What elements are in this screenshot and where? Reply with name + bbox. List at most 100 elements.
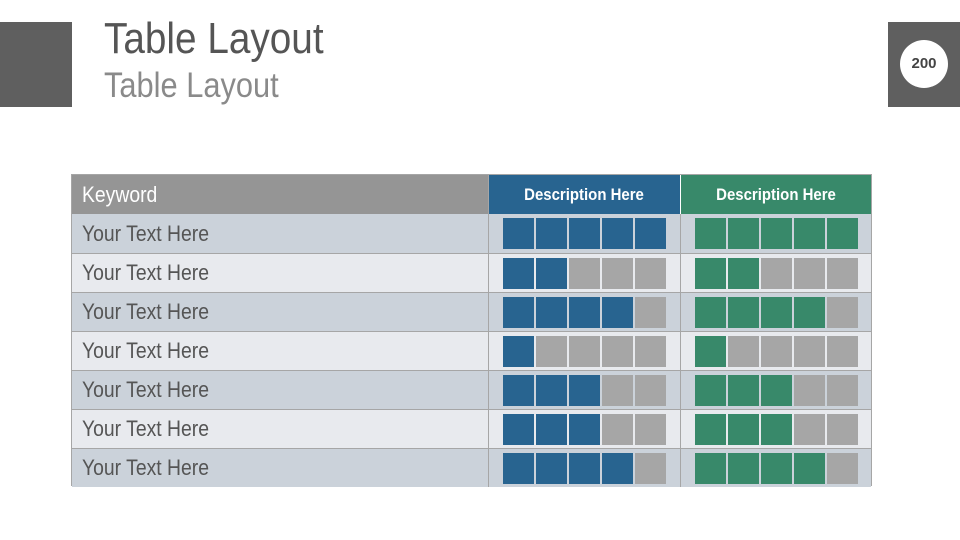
row-label-cell: Your Text Here xyxy=(72,449,489,487)
rating-bar-2 xyxy=(694,296,858,328)
rating-segment-filled xyxy=(793,218,825,249)
rating-segment-empty xyxy=(635,296,666,328)
rating-segment-empty xyxy=(826,257,858,289)
rating-segment-filled xyxy=(727,296,759,328)
rating-segment-empty xyxy=(826,296,858,328)
rating-segment-filled xyxy=(760,218,792,249)
row-label-cell: Your Text Here xyxy=(72,371,489,409)
rating-bar-2 xyxy=(694,257,858,289)
row-label-cell: Your Text Here xyxy=(72,332,489,370)
rating-segment-empty xyxy=(826,413,858,445)
rating-bar-2-cell xyxy=(681,254,871,292)
rating-segment-empty xyxy=(826,452,858,484)
rating-bar-2 xyxy=(694,374,858,406)
row-label: Your Text Here xyxy=(82,338,209,363)
keyword-header: Keyword xyxy=(72,175,489,214)
row-label: Your Text Here xyxy=(82,455,209,480)
rating-table: Keyword Description Here Description Her… xyxy=(71,174,872,487)
rating-segment-empty xyxy=(826,374,858,406)
rating-segment-filled xyxy=(536,413,567,445)
rating-bar-2 xyxy=(694,335,858,367)
rating-bar-2 xyxy=(694,413,858,445)
rating-segment-empty xyxy=(569,335,600,367)
rating-segment-filled xyxy=(727,374,759,406)
rating-segment-empty xyxy=(602,335,633,367)
rating-bar-1-cell xyxy=(489,410,681,448)
table-row: Your Text Here xyxy=(72,409,871,448)
rating-segment-empty xyxy=(536,335,567,367)
rating-bar-1 xyxy=(503,413,666,445)
rating-segment-filled xyxy=(602,452,633,484)
rating-segment-filled xyxy=(760,452,792,484)
rating-segment-filled xyxy=(503,413,534,445)
table-body: Your Text Here Your Text Here Your Text He… xyxy=(72,214,871,487)
rating-segment-empty xyxy=(569,257,600,289)
rating-bar-1-cell xyxy=(489,214,681,253)
rating-bar-1-cell xyxy=(489,449,681,487)
rating-bar-1-cell xyxy=(489,371,681,409)
table-row: Your Text Here xyxy=(72,370,871,409)
rating-segment-filled xyxy=(503,335,534,367)
rating-bar-1 xyxy=(503,257,666,289)
rating-segment-filled xyxy=(602,296,633,328)
row-label: Your Text Here xyxy=(82,220,209,246)
page-title: Table Layout xyxy=(104,14,324,63)
rating-segment-filled xyxy=(635,218,666,249)
rating-segment-filled xyxy=(760,374,792,406)
rating-segment-empty xyxy=(635,335,666,367)
rating-segment-filled xyxy=(793,452,825,484)
rating-segment-filled xyxy=(826,218,858,249)
rating-segment-filled xyxy=(536,218,567,249)
rating-segment-filled xyxy=(536,296,567,328)
rating-segment-filled xyxy=(503,374,534,406)
rating-segment-filled xyxy=(727,218,759,249)
row-label-cell: Your Text Here xyxy=(72,293,489,331)
rating-segment-filled xyxy=(503,257,534,289)
rating-bar-2 xyxy=(694,218,858,249)
rating-segment-filled xyxy=(503,296,534,328)
rating-segment-filled xyxy=(694,413,726,445)
rating-segment-empty xyxy=(760,335,792,367)
row-label: Your Text Here xyxy=(82,377,209,402)
rating-segment-filled xyxy=(569,374,600,406)
rating-segment-empty xyxy=(793,413,825,445)
rating-segment-filled xyxy=(694,335,726,367)
rating-bar-2 xyxy=(694,452,858,484)
rating-segment-filled xyxy=(602,218,633,249)
rating-bar-1 xyxy=(503,218,666,249)
rating-segment-empty xyxy=(760,257,792,289)
description-header-2-label: Description Here xyxy=(716,184,836,204)
table-header-row: Keyword Description Here Description Her… xyxy=(72,175,871,214)
rating-segment-empty xyxy=(635,452,666,484)
rating-segment-empty xyxy=(602,413,633,445)
rating-segment-filled xyxy=(727,413,759,445)
description-header-2: Description Here xyxy=(681,175,871,214)
page-subtitle: Table Layout xyxy=(104,66,279,105)
rating-bar-2-cell xyxy=(681,332,871,370)
rating-segment-filled xyxy=(569,218,600,249)
rating-segment-filled xyxy=(536,374,567,406)
rating-segment-filled xyxy=(727,257,759,289)
table-row: Your Text Here xyxy=(72,292,871,331)
row-label-cell: Your Text Here xyxy=(72,214,489,253)
table-row: Your Text Here xyxy=(72,214,871,253)
rating-segment-filled xyxy=(694,296,726,328)
rating-segment-filled xyxy=(503,452,534,484)
table-row: Your Text Here xyxy=(72,331,871,370)
rating-bar-1-cell xyxy=(489,293,681,331)
rating-segment-filled xyxy=(760,413,792,445)
rating-bar-1 xyxy=(503,335,666,367)
row-label: Your Text Here xyxy=(82,260,209,285)
rating-segment-filled xyxy=(503,218,534,249)
rating-segment-filled xyxy=(569,413,600,445)
description-header-1: Description Here xyxy=(489,175,681,214)
rating-segment-empty xyxy=(793,335,825,367)
rating-segment-filled xyxy=(694,257,726,289)
rating-segment-filled xyxy=(694,218,726,249)
rating-bar-2-cell xyxy=(681,214,871,253)
rating-segment-empty xyxy=(793,257,825,289)
rating-segment-filled xyxy=(569,296,600,328)
rating-segment-empty xyxy=(793,374,825,406)
description-header-1-label: Description Here xyxy=(524,184,645,204)
row-label-cell: Your Text Here xyxy=(72,254,489,292)
